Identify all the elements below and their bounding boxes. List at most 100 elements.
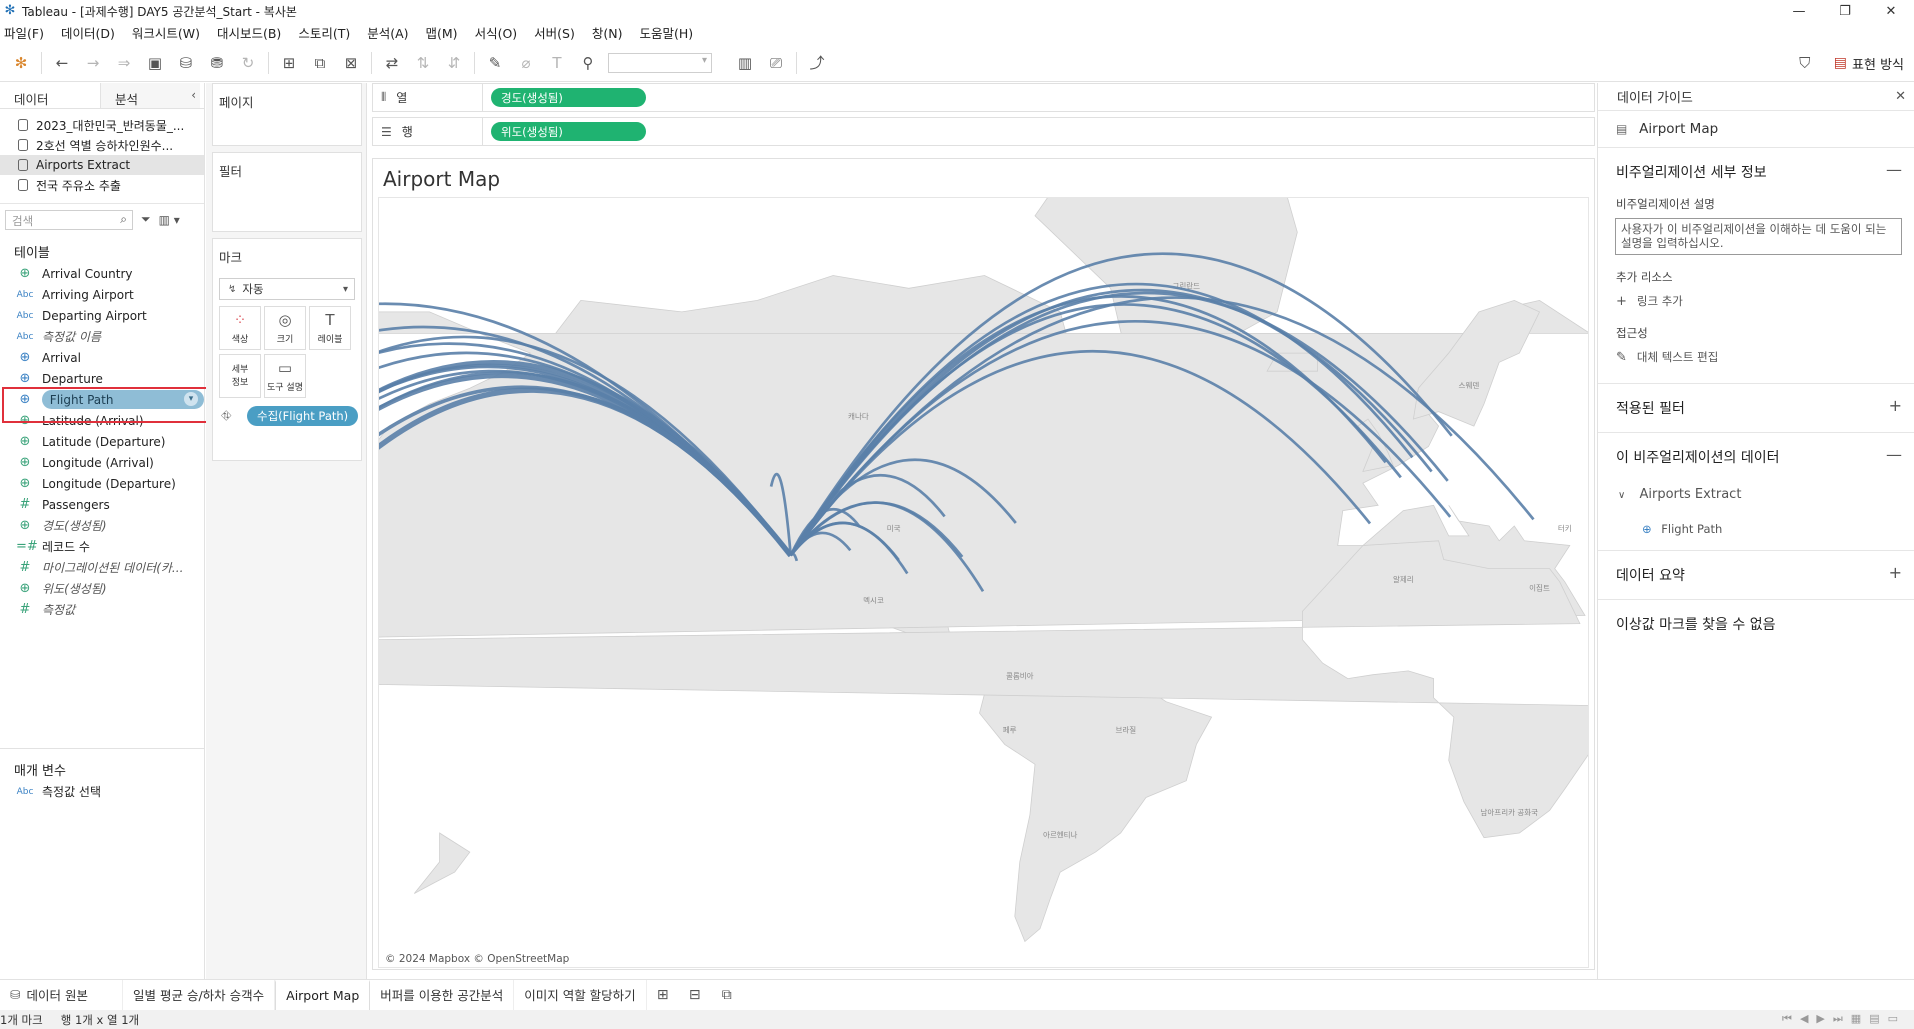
refresh-icon[interactable]: ↻ — [237, 52, 259, 74]
close-guide-icon[interactable]: ✕ — [1895, 89, 1906, 104]
menu-item[interactable]: 스토리(T) — [298, 23, 350, 42]
sheet-tab[interactable]: 버퍼를 이용한 공간분석 — [370, 979, 515, 1010]
mark-button-detail[interactable]: 세부 정보 — [219, 354, 261, 398]
redo-dropdown-icon[interactable]: ⇒ — [113, 52, 135, 74]
group-icon[interactable]: ⌀ — [515, 52, 537, 74]
field-item[interactable]: ⊕ 위도(생성됨) — [0, 578, 204, 599]
menu-item[interactable]: 서식(O) — [475, 23, 518, 42]
new-worksheet-icon[interactable]: ⊞ — [278, 52, 300, 74]
map-canvas[interactable]: 러시아중국인도몽골일본인도네시아오스트레일리아캐나다미국멕시코콜롬비아페루브라질… — [378, 197, 1589, 968]
rows-pill[interactable]: 위도(생성됨) — [491, 122, 646, 141]
collapse-pane-icon[interactable]: ‹ — [191, 88, 196, 102]
field-item[interactable]: ⊕ Latitude (Departure) — [0, 431, 204, 452]
field-item[interactable]: ⊕ Longitude (Arrival) — [0, 452, 204, 473]
last-page-icon[interactable]: ⏭ — [1833, 1012, 1843, 1026]
field-item[interactable]: Abc Arriving Airport — [0, 284, 204, 305]
menu-item[interactable]: 파일(F) — [4, 23, 44, 42]
view-options-icon[interactable]: ▥ ▾ — [159, 213, 180, 227]
add-link-button[interactable]: + 링크 추가 — [1598, 285, 1914, 309]
sort-ascending-icon[interactable]: ⇅ — [412, 52, 434, 74]
datasource-tab[interactable]: ⛁ 데이터 원본 — [0, 979, 123, 1010]
mark-button-dots[interactable]: ⁘ 색상 — [219, 306, 261, 350]
field-item[interactable]: # 마이그레이션된 데이터(카... — [0, 557, 204, 578]
datasource-item[interactable]: Airports Extract — [0, 155, 204, 175]
datasource-item[interactable]: 2호선 역별 승하차인원수... — [0, 135, 204, 155]
new-worksheet-tab-icon[interactable]: ⊞ — [647, 980, 679, 1010]
first-page-icon[interactable]: ⏮ — [1782, 1012, 1792, 1026]
fit-dropdown[interactable] — [608, 52, 712, 73]
applied-filters-section[interactable]: 적용된 필터 + — [1598, 384, 1914, 433]
tab-analysis[interactable]: 분석 — [100, 83, 200, 108]
new-story-tab-icon[interactable]: ⧉ — [711, 980, 743, 1010]
expand-filters-icon[interactable]: + — [1889, 396, 1902, 415]
expand-summary-icon[interactable]: + — [1889, 563, 1902, 582]
sheet-sorter-icon[interactable]: ▦ — [1851, 1012, 1861, 1026]
save-icon[interactable]: ▣ — [144, 52, 166, 74]
field-item[interactable]: ⊕ Departure — [0, 368, 204, 389]
collapse-details-icon[interactable]: — — [1886, 160, 1902, 179]
columns-pill[interactable]: 경도(생성됨) — [491, 88, 646, 107]
undo-icon[interactable]: ← — [51, 52, 73, 74]
new-datasource-icon[interactable]: ⛁ — [175, 52, 197, 74]
edit-alt-text-button[interactable]: ✎ 대체 텍스트 편집 — [1598, 341, 1914, 365]
datasource-item[interactable]: 전국 주유소 추출 — [0, 175, 204, 195]
format-paint-icon[interactable]: ⛉ — [1794, 52, 1816, 74]
pin-axes-icon[interactable]: ⚲ — [577, 52, 599, 74]
minimize-button[interactable]: — — [1776, 0, 1822, 22]
sheet-tab[interactable]: 일별 평균 승/하차 승객수 — [123, 979, 276, 1010]
show-cards-icon[interactable]: ▥ — [734, 52, 756, 74]
maximize-button[interactable]: ❐ — [1822, 0, 1868, 22]
tab-data[interactable]: 데이터 — [0, 83, 100, 108]
mark-type-dropdown[interactable]: ↯ 자동 — [219, 278, 355, 300]
field-search-input[interactable]: 검색 ⌕ — [5, 209, 133, 230]
new-dashboard-tab-icon[interactable]: ⊟ — [679, 980, 711, 1010]
presentation-mode-icon[interactable]: ⎚ — [765, 52, 787, 74]
show-me-button[interactable]: ▤ 표현 방식 — [1834, 54, 1904, 73]
share-icon[interactable]: ⤴ — [806, 52, 828, 74]
field-item[interactable]: =# 레코드 수 — [0, 536, 204, 557]
parameter-item[interactable]: Abc 측정값 선택 — [0, 781, 205, 802]
pages-card[interactable]: 페이지 — [212, 83, 362, 146]
sheet-tab[interactable]: Airport Map — [275, 979, 371, 1010]
field-item[interactable]: Abc 측정값 이름 — [0, 326, 204, 347]
viz-description-input[interactable]: 사용자가 이 비주얼리제이션을 이해하는 데 도움이 되는 설명을 입력하십시오… — [1615, 218, 1902, 255]
data-summary-section[interactable]: 데이터 요약 + — [1598, 551, 1914, 600]
menu-item[interactable]: 서버(S) — [534, 23, 575, 42]
tabs-view-icon[interactable]: ▭ — [1888, 1012, 1898, 1026]
menu-item[interactable]: 데이터(D) — [61, 23, 115, 42]
swap-rows-columns-icon[interactable]: ⇄ — [381, 52, 403, 74]
field-item[interactable]: # 측정값 — [0, 599, 204, 620]
field-item[interactable]: # Passengers — [0, 494, 204, 515]
tableau-home-icon[interactable]: ✻ — [10, 52, 32, 74]
menu-item[interactable]: 워크시트(W) — [132, 23, 200, 42]
collapse-data-icon[interactable]: — — [1886, 445, 1902, 464]
filters-card[interactable]: 필터 — [212, 152, 362, 232]
menu-item[interactable]: 맵(M) — [426, 23, 458, 42]
sort-descending-icon[interactable]: ⇵ — [443, 52, 465, 74]
menu-item[interactable]: 도움말(H) — [639, 23, 693, 42]
pause-updates-icon[interactable]: ⛃ — [206, 52, 228, 74]
datasource-item[interactable]: 2023_대한민국_반려동물_... — [0, 115, 204, 135]
close-window-button[interactable]: ✕ — [1868, 0, 1914, 22]
menu-item[interactable]: 대시보드(B) — [217, 23, 281, 42]
field-item[interactable]: ⊕ Arrival Country — [0, 263, 204, 284]
redo-icon[interactable]: → — [82, 52, 104, 74]
clear-sheet-icon[interactable]: ⊠ — [340, 52, 362, 74]
field-item[interactable]: Abc Departing Airport — [0, 305, 204, 326]
menu-item[interactable]: 분석(A) — [367, 23, 408, 42]
menu-item[interactable]: 창(N) — [592, 23, 623, 42]
field-item[interactable]: ⊕ Arrival — [0, 347, 204, 368]
filter-icon[interactable]: ⏷ — [141, 212, 151, 227]
sheet-tab[interactable]: 이미지 역할 할당하기 — [514, 979, 647, 1010]
field-item[interactable]: ⊕ Longitude (Departure) — [0, 473, 204, 494]
next-page-icon[interactable]: ▶ — [1816, 1012, 1824, 1026]
mark-button-size[interactable]: ◎ 크기 — [264, 306, 306, 350]
mark-button-tooltip[interactable]: ▭ 도구 설명 — [264, 354, 306, 398]
show-labels-icon[interactable]: T — [546, 52, 568, 74]
filmstrip-icon[interactable]: ▤ — [1869, 1012, 1879, 1026]
guide-datasource-row[interactable]: ∨ Airports Extract — [1598, 481, 1914, 502]
prev-page-icon[interactable]: ◀ — [1800, 1012, 1808, 1026]
guide-field-row[interactable]: ⊕ Flight Path — [1598, 502, 1914, 536]
marks-detail-pill[interactable]: 수집(Flight Path) — [247, 406, 359, 426]
field-item[interactable]: ⊕ 경도(생성됨) — [0, 515, 204, 536]
